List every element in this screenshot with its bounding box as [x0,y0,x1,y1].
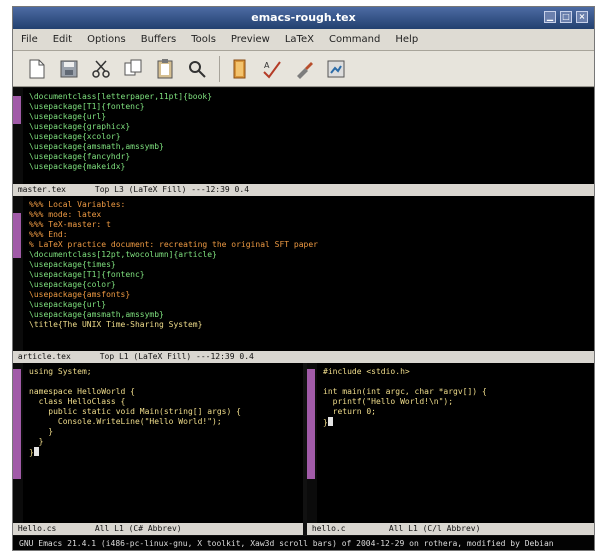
top-code: \documentclass[letterpaper,11pt]{book} \… [29,92,213,171]
search-icon[interactable] [185,57,209,81]
right-modeline: hello.c All L1 (C/l Abbrev) [307,523,594,535]
right-code: #include <stdio.h> int main(int argc, ch… [323,367,487,427]
svg-text:A: A [264,61,270,70]
window-controls: ▁ □ × [544,11,588,23]
middle-code: %%% Local Variables: %%% mode: latex %%%… [29,200,318,329]
menu-tools[interactable]: Tools [191,34,216,45]
window-title: emacs-rough.tex [251,11,356,24]
top-modeline: master.tex Top L3 (LaTeX Fill) ---12:39 … [13,184,594,196]
preview-icon[interactable] [324,57,348,81]
toolbar-separator [219,55,220,82]
left-cursor [33,447,39,456]
left-modeline: Hello.cs All L1 (C# Abbrev) [13,523,303,535]
right-scroll-marker [307,369,315,479]
left-code: using System; namespace HelloWorld { cla… [29,367,241,457]
menu-edit[interactable]: Edit [53,34,72,45]
new-file-icon[interactable] [25,57,49,81]
left-scroll-marker [13,369,21,479]
echo-area: GNU Emacs 21.4.1 (i486-pc-linux-gnu, X t… [13,536,594,550]
dictionary-icon[interactable] [228,57,252,81]
middle-editor-pane[interactable]: %%% Local Variables: %%% mode: latex %%%… [13,196,594,351]
menu-options[interactable]: Options [87,34,126,45]
left-editor-pane[interactable]: using System; namespace HelloWorld { cla… [13,363,303,523]
cut-icon[interactable] [89,57,113,81]
menubar: File Edit Options Buffers Tools Preview … [13,29,594,51]
menu-help[interactable]: Help [395,34,418,45]
spell-check-icon[interactable]: A [260,57,284,81]
minimize-icon[interactable]: ▁ [544,11,556,23]
middle-modeline: article.tex Top L1 (LaTeX Fill) ---12:39… [13,351,594,363]
right-cursor [327,417,333,426]
right-editor-pane[interactable]: #include <stdio.h> int main(int argc, ch… [307,363,594,523]
top-editor-pane[interactable]: \documentclass[letterpaper,11pt]{book} \… [13,88,594,184]
save-icon[interactable] [57,57,81,81]
top-scroll-marker [13,96,21,124]
emacs-window: emacs-rough.tex ▁ □ × File Edit Options … [12,6,595,551]
copy-icon[interactable] [121,57,145,81]
paste-icon[interactable] [153,57,177,81]
menu-command[interactable]: Command [329,34,380,45]
menu-latex[interactable]: LaTeX [285,34,314,45]
close-icon[interactable]: × [576,11,588,23]
menu-preview[interactable]: Preview [231,34,270,45]
menu-file[interactable]: File [21,34,38,45]
settings-icon[interactable] [292,57,316,81]
maximize-icon[interactable]: □ [560,11,572,23]
window-titlebar[interactable]: emacs-rough.tex ▁ □ × [13,7,594,29]
menu-buffers[interactable]: Buffers [141,34,177,45]
middle-scroll-marker [13,213,21,258]
toolbar: A [13,51,594,87]
